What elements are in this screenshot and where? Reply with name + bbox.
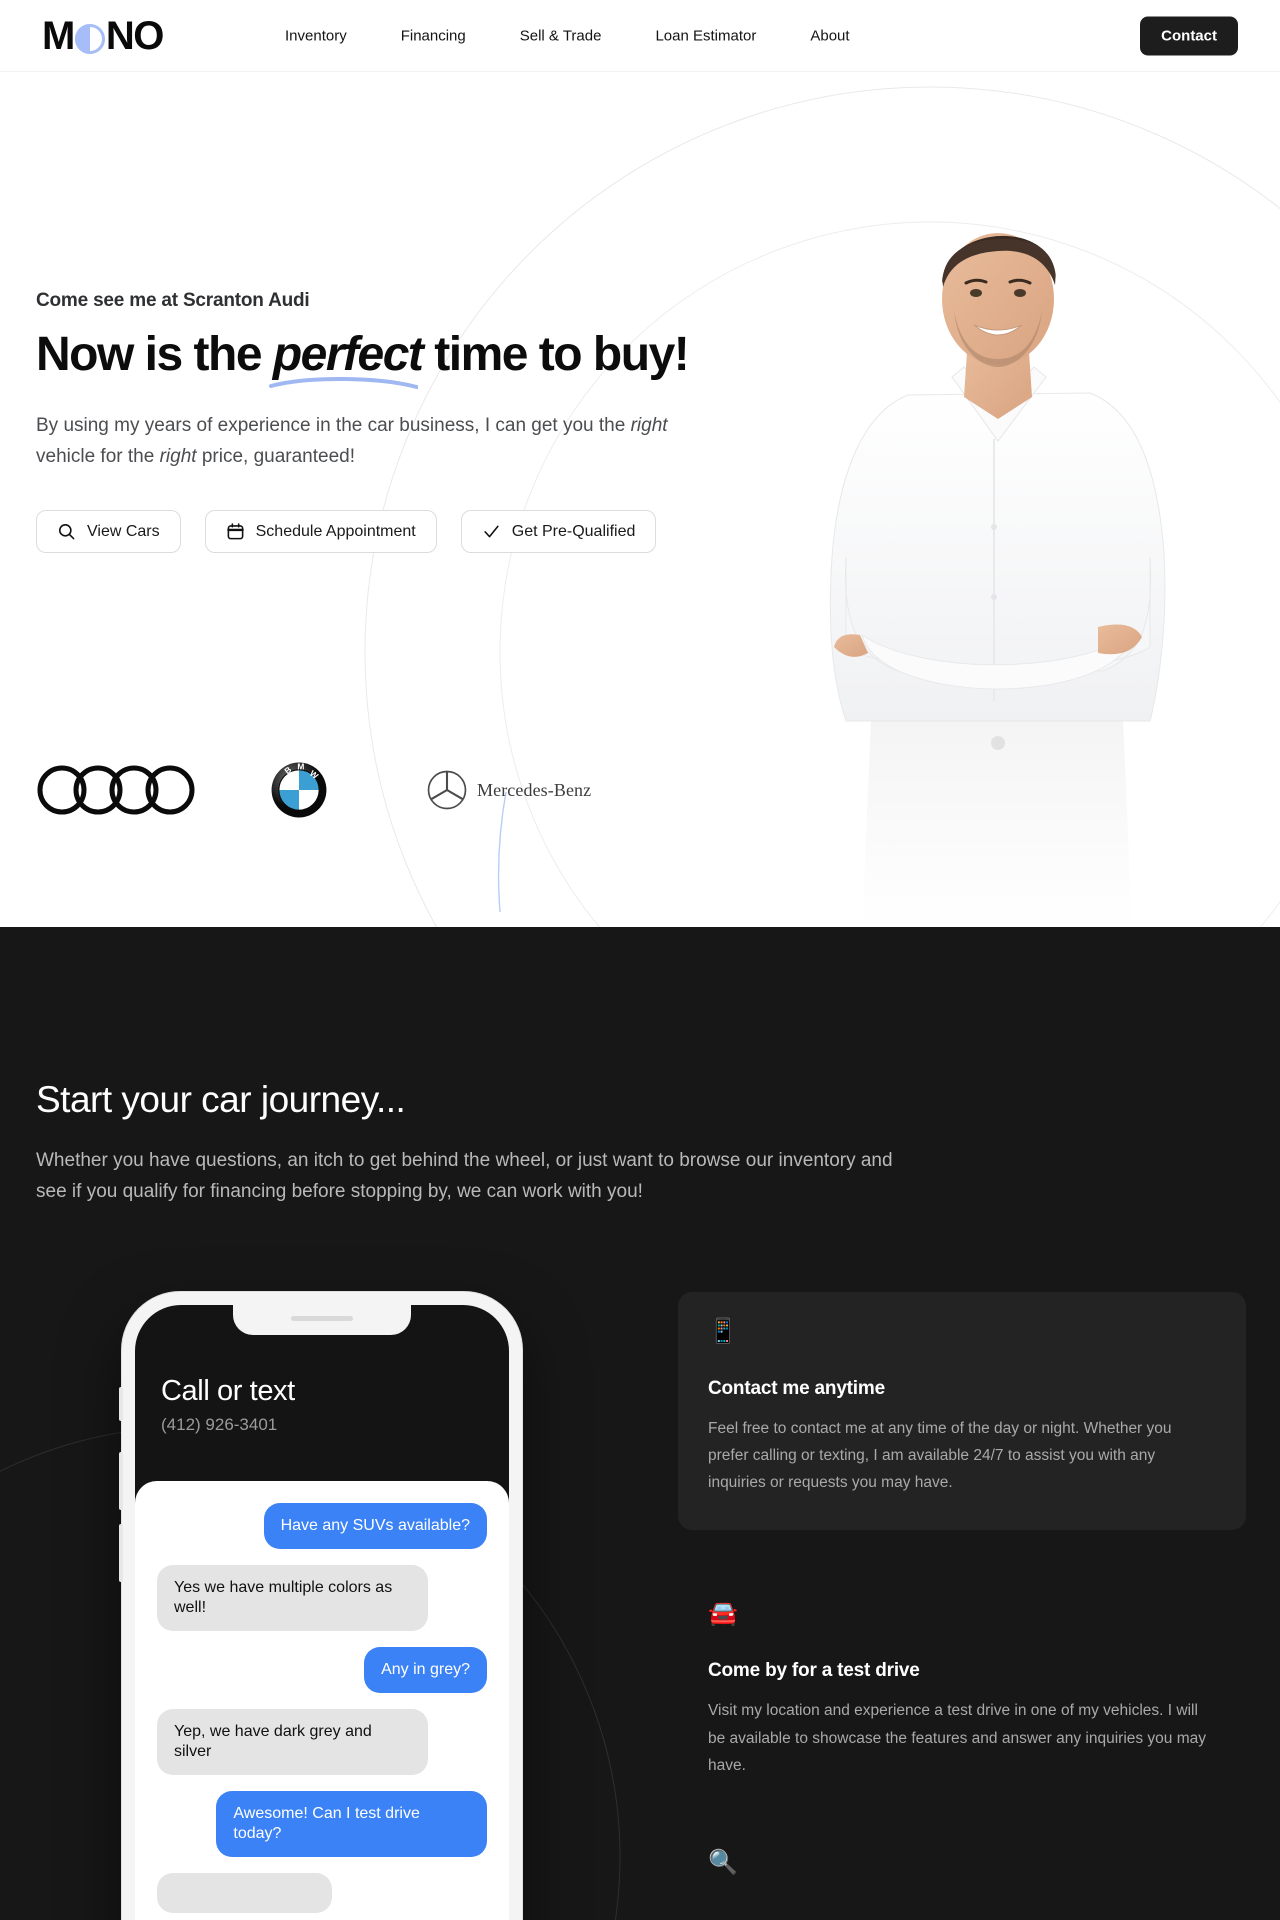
check-icon [484,525,499,538]
phone-volume-up-button[interactable] [119,1452,123,1510]
subhead-text-1: By using my years of experience in the c… [36,414,631,436]
search-icon [58,524,75,540]
headline-part-2: time to buy! [422,328,689,381]
mobile-phone-icon: 📱 [708,1318,738,1345]
chat-bubble-incoming [157,1873,332,1913]
card-spacer [678,1779,1246,1823]
brand-logo-row: B M W Mercedes-Benz [36,762,591,818]
journey-section: Start your car journey... Whether you ha… [0,927,1280,1920]
phone-number[interactable]: (412) 926-3401 [161,1415,483,1435]
journey-subtitle: Whether you have questions, an itch to g… [36,1150,893,1202]
hero-subhead: By using my years of experience in the c… [36,411,726,473]
schedule-appointment-button[interactable]: Schedule Appointment [204,510,437,554]
feature-card-body: Visit my location and experience a test … [708,1702,1207,1774]
main-nav: Inventory Financing Sell & Trade Loan Es… [258,27,877,44]
nav-item-loan-estimator[interactable]: Loan Estimator [628,27,783,44]
nav-item-sell-trade[interactable]: Sell & Trade [493,27,629,44]
hero-eyebrow: Come see me at Scranton Audi [36,290,310,311]
chat-thread[interactable]: Have any SUVs available? Yes we have mul… [135,1481,509,1920]
svg-text:M: M [297,762,304,771]
hero-button-row: View Cars Schedule Appointment Get Pre-Q… [36,510,756,554]
chat-bubble-outgoing: Awesome! Can I test drive today? [216,1791,487,1857]
view-cars-label: View Cars [87,522,160,540]
journey-title: Start your car journey... [36,1079,406,1120]
brand-logo-audi [36,762,216,818]
brand-logo-mercedes: Mercedes-Benz [391,769,591,811]
hero-section: Come see me at Scranton Audi Now is the … [0,72,1280,927]
contact-button[interactable]: Contact [1140,16,1238,55]
logo-text-right: NO [105,13,165,58]
headline-emphasis-wrap: perfect [268,328,424,389]
feature-card-list: 📱 Contact me anytime Feel free to contac… [678,1292,1246,1909]
feature-card-body: Feel free to contact me at any time of t… [708,1420,1172,1492]
bmw-roundel-icon: B M W [271,762,327,818]
feature-card-test-drive: 🚘 Come by for a test drive Visit my loca… [678,1574,1246,1778]
headline-part-1: Now is the [36,328,273,381]
feature-card-contact: 📱 Contact me anytime Feel free to contac… [678,1292,1246,1531]
underline-swoosh-icon [268,376,419,389]
chat-bubble-incoming: Yep, we have dark grey and silver [157,1709,428,1775]
hero-headline: Now is the perfect time to buy! [36,328,756,389]
phone-mute-switch[interactable] [119,1387,123,1421]
half-filled-circle-icon [74,23,105,54]
subhead-text-2: vehicle for the [36,445,160,467]
site-header: M NO Inventory Financing Sell & Trade Lo… [0,0,1280,72]
chat-bubble-incoming: Yes we have multiple colors as well! [157,1565,428,1631]
subhead-em-2: right [159,445,197,467]
logo-text-left: M [42,13,75,58]
headline-emphasis: perfect [272,328,424,381]
phone-volume-down-button[interactable] [119,1524,123,1582]
subhead-em-1: right [630,414,668,436]
get-pre-qualified-label: Get Pre-Qualified [511,522,636,540]
card-spacer [678,1530,1246,1574]
mercedes-star-icon [427,770,467,810]
chat-bubble-outgoing: Have any SUVs available? [263,1503,487,1549]
view-cars-button[interactable]: View Cars [36,510,181,554]
calendar-icon [226,523,244,540]
journey-header: Start your car journey... Whether you ha… [36,1079,936,1208]
chat-bubble-outgoing: Any in grey? [364,1647,487,1693]
magnifying-glass-icon: 🔍 [708,1848,738,1876]
nav-item-financing[interactable]: Financing [374,27,493,44]
feature-card-title: Come by for a test drive [708,1660,920,1682]
phone-screen: Call or text (412) 926-3401 Have any SUV… [135,1305,509,1920]
nav-item-about[interactable]: About [783,27,876,44]
feature-card-browse: 🔍 [678,1823,1246,1875]
mercedes-wordmark: Mercedes-Benz [477,779,592,800]
get-pre-qualified-button[interactable]: Get Pre-Qualified [460,510,657,554]
phone-title: Call or text [161,1375,295,1407]
audi-rings-icon [37,765,195,815]
schedule-appointment-label: Schedule Appointment [255,522,416,540]
nav-item-inventory[interactable]: Inventory [258,27,374,44]
hero-content: Come see me at Scranton Audi Now is the … [36,290,756,554]
phone-speaker-icon [291,1316,353,1321]
car-icon: 🚘 [708,1600,738,1628]
feature-card-title: Contact me anytime [708,1378,885,1399]
brand-logo-bmw: B M W [216,762,391,818]
phone-mockup: Call or text (412) 926-3401 Have any SUV… [119,1292,522,1920]
site-logo[interactable]: M NO [42,13,165,58]
subhead-text-3: price, guaranteed! [196,445,355,467]
salesman-photo [829,233,1166,927]
